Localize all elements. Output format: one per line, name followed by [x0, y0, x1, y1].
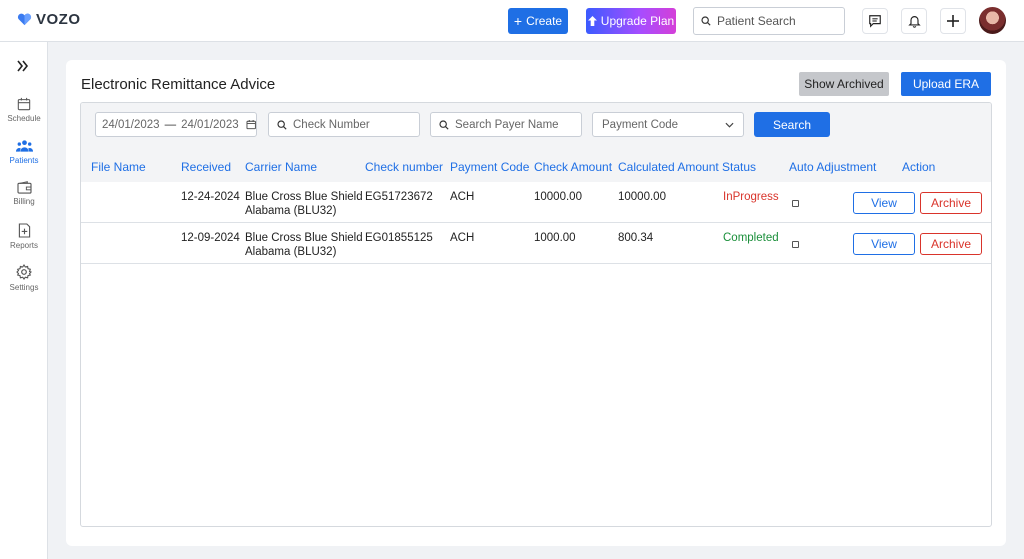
column-header[interactable]: Action	[902, 160, 935, 174]
double-chevron-right-icon[interactable]	[17, 60, 29, 72]
column-header[interactable]: Auto Adjustment	[789, 160, 876, 174]
wallet-icon	[16, 181, 32, 194]
plus-icon: +	[513, 13, 523, 29]
table-row: 12-09-2024 Blue Cross Blue Shield Alabam…	[81, 223, 991, 264]
column-header[interactable]: Carrier Name	[245, 160, 317, 174]
check-number-cell: EG01855125	[365, 232, 433, 244]
sidebar-item-patients[interactable]: Patients	[0, 139, 48, 165]
column-header[interactable]: Received	[181, 160, 231, 174]
patient-search-input[interactable]: Patient Search	[693, 7, 845, 35]
payment-code-cell: ACH	[450, 191, 475, 203]
add-button[interactable]	[940, 8, 966, 34]
logo[interactable]: VOZO	[17, 11, 81, 28]
payer-name-placeholder: Search Payer Name	[455, 118, 559, 131]
patients-icon	[15, 140, 33, 152]
search-icon	[701, 16, 711, 26]
messages-button[interactable]	[862, 8, 888, 34]
era-panel: 24/01/2023 — 24/01/2023 Check Number Sea…	[80, 102, 992, 527]
page-title: Electronic Remittance Advice	[81, 76, 276, 93]
date-from: 24/01/2023	[102, 118, 160, 131]
column-header[interactable]: Check number	[365, 160, 443, 174]
calculated-amount-cell: 800.34	[618, 232, 654, 244]
auto-adjustment-checkbox[interactable]	[792, 241, 799, 248]
sidebar-item-label: Settings	[9, 283, 39, 292]
status-badge: Completed	[723, 232, 779, 244]
chevron-down-icon	[725, 122, 734, 128]
upgrade-plan-button[interactable]: Upgrade Plan	[586, 8, 676, 34]
received-cell: 12-09-2024	[181, 232, 240, 244]
archive-button[interactable]: Archive	[920, 233, 982, 255]
check-number-input[interactable]: Check Number	[268, 112, 420, 137]
sidebar-item-label: Patients	[9, 156, 39, 165]
payment-code-cell: ACH	[450, 232, 475, 244]
payment-code-placeholder: Payment Code	[602, 118, 679, 131]
sidebar-item-label: Billing	[13, 197, 35, 206]
date-range-picker[interactable]: 24/01/2023 — 24/01/2023	[95, 112, 257, 137]
user-avatar[interactable]	[979, 7, 1006, 34]
column-header[interactable]: Status	[722, 160, 756, 174]
check-number-cell: EG51723672	[365, 191, 433, 203]
column-header[interactable]: File Name	[91, 160, 146, 174]
table-row: 12-24-2024 Blue Cross Blue Shield Alabam…	[81, 182, 991, 223]
sidebar: Schedule Patients Billing Reports Settin…	[0, 42, 48, 559]
carrier-name-line: Blue Cross Blue Shield	[245, 191, 363, 203]
view-button[interactable]: View	[853, 233, 915, 255]
show-archived-button[interactable]: Show Archived	[799, 72, 889, 96]
logo-text: VOZO	[36, 11, 81, 28]
calendar-icon	[17, 97, 31, 111]
column-header[interactable]: Calculated Amount	[618, 160, 719, 174]
sidebar-item-settings[interactable]: Settings	[0, 264, 48, 292]
payer-name-input[interactable]: Search Payer Name	[430, 112, 582, 137]
create-button[interactable]: + Create	[508, 8, 568, 34]
carrier-name-line: Blue Cross Blue Shield	[245, 232, 363, 244]
search-button[interactable]: Search	[754, 112, 830, 137]
carrier-name-line: Alabama (BLU32)	[245, 246, 337, 258]
received-cell: 12-24-2024	[181, 191, 240, 203]
gear-icon	[16, 264, 32, 280]
calculated-amount-cell: 10000.00	[618, 191, 666, 203]
top-bar: VOZO + Create Upgrade Plan Patient Searc…	[0, 0, 1024, 42]
column-header[interactable]: Check Amount	[534, 160, 612, 174]
search-icon	[439, 119, 449, 130]
carrier-name-cell: Blue Cross Blue Shield Alabama (BLU32)	[245, 231, 363, 259]
sidebar-item-label: Schedule	[7, 114, 41, 123]
archive-button[interactable]: Archive	[920, 192, 982, 214]
sidebar-item-billing[interactable]: Billing	[0, 181, 48, 206]
sidebar-item-reports[interactable]: Reports	[0, 223, 48, 250]
plus-icon	[947, 15, 959, 27]
patient-search-placeholder: Patient Search	[717, 14, 796, 28]
carrier-name-cell: Blue Cross Blue Shield Alabama (BLU32)	[245, 190, 363, 218]
heart-logo-icon	[17, 13, 32, 26]
notifications-button[interactable]	[901, 8, 927, 34]
check-number-placeholder: Check Number	[293, 118, 370, 131]
message-icon	[869, 15, 881, 28]
bell-icon	[907, 16, 921, 28]
upload-arrow-icon	[587, 16, 597, 26]
auto-adjustment-checkbox[interactable]	[792, 200, 799, 207]
table-header: File Name Received Carrier Name Check nu…	[81, 150, 991, 182]
upgrade-plan-label: Upgrade Plan	[600, 14, 675, 28]
calendar-icon	[246, 119, 256, 130]
upload-era-button[interactable]: Upload ERA	[901, 72, 991, 96]
status-badge: InProgress	[723, 191, 779, 203]
report-icon	[18, 223, 30, 238]
search-icon	[277, 119, 287, 130]
column-header[interactable]: Payment Code	[450, 160, 529, 174]
view-button[interactable]: View	[853, 192, 915, 214]
sidebar-item-schedule[interactable]: Schedule	[0, 97, 48, 123]
date-to: 24/01/2023	[181, 118, 239, 131]
sidebar-item-label: Reports	[9, 241, 38, 250]
check-amount-cell: 1000.00	[534, 232, 576, 244]
check-amount-cell: 10000.00	[534, 191, 582, 203]
create-label: Create	[526, 14, 563, 28]
payment-code-select[interactable]: Payment Code	[592, 112, 744, 137]
carrier-name-line: Alabama (BLU32)	[245, 205, 337, 217]
date-separator: —	[164, 118, 177, 131]
filter-bar: 24/01/2023 — 24/01/2023 Check Number Sea…	[81, 103, 991, 150]
